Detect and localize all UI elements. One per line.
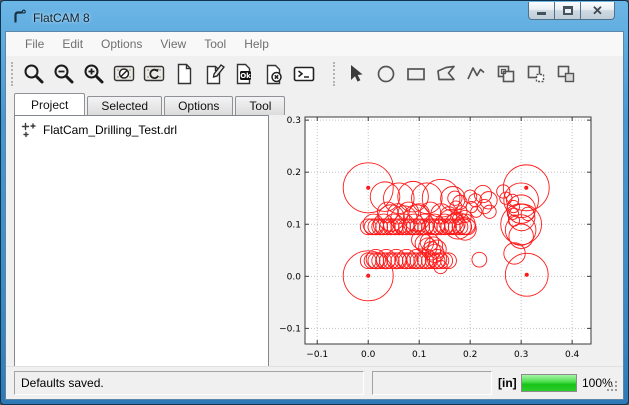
main-toolbar: Ok bbox=[6, 56, 623, 91]
drill-plot-canvas[interactable]: −0.1 0.0 0.1 0.2 0.3 0.4 −0.1 0.0 0.1 0.2 0.3 bbox=[269, 109, 627, 371]
x-tick-label: 0.3 bbox=[514, 350, 528, 360]
zoom-in-button[interactable] bbox=[79, 60, 109, 88]
y-tick-label: 0.1 bbox=[287, 220, 301, 230]
zoom-fit-button[interactable] bbox=[19, 60, 49, 88]
menu-bar: FileEditOptionsViewToolHelp bbox=[6, 32, 623, 56]
draw-polygon-button[interactable] bbox=[431, 60, 461, 88]
plot-area[interactable]: −0.1 0.0 0.1 0.2 0.3 0.4 −0.1 0.0 0.1 0.2 0.3 bbox=[269, 109, 627, 371]
cut-icon bbox=[554, 62, 578, 86]
shell-button[interactable] bbox=[289, 60, 319, 88]
minimize-icon bbox=[537, 12, 546, 15]
drill-center-dot bbox=[366, 274, 370, 278]
replot-icon bbox=[142, 62, 166, 86]
minimize-button[interactable] bbox=[528, 2, 555, 20]
menu-edit[interactable]: Edit bbox=[53, 33, 92, 55]
menu-file[interactable]: File bbox=[16, 33, 53, 55]
window-title: FlatCAM 8 bbox=[33, 11, 90, 25]
union-button[interactable] bbox=[491, 60, 521, 88]
clear-plot-icon bbox=[112, 62, 136, 86]
menu-options[interactable]: Options bbox=[92, 33, 151, 55]
left-panel-tabs: ProjectSelectedOptionsTool bbox=[14, 93, 287, 115]
tree-item[interactable]: FlatCam_Drilling_Test.drl bbox=[17, 120, 266, 140]
client-area: FileEditOptionsViewToolHelp bbox=[5, 31, 624, 400]
x-tick-label: 0.4 bbox=[565, 350, 580, 360]
replot-button[interactable] bbox=[139, 60, 169, 88]
x-tick-label: −0.1 bbox=[306, 350, 328, 360]
zoom-in-icon bbox=[82, 62, 106, 86]
toolbar-grip-2[interactable] bbox=[333, 62, 336, 86]
y-tick-label: −0.1 bbox=[279, 324, 301, 334]
open-project-icon bbox=[202, 62, 226, 86]
draw-circle-button[interactable] bbox=[371, 60, 401, 88]
delete-object-button[interactable] bbox=[259, 60, 289, 88]
progress-bar bbox=[521, 374, 577, 392]
status-secondary-panel bbox=[372, 371, 492, 395]
status-bar: Defaults saved. [in] 100% bbox=[6, 366, 623, 399]
menu-help[interactable]: Help bbox=[235, 33, 278, 55]
drill-object-icon bbox=[21, 122, 37, 138]
zoom-fit-icon bbox=[22, 62, 46, 86]
delete-object-icon bbox=[262, 62, 286, 86]
drill-center-dot bbox=[525, 273, 529, 277]
maximize-icon bbox=[563, 6, 573, 15]
maximize-button[interactable] bbox=[554, 2, 581, 20]
status-message: Defaults saved. bbox=[21, 376, 104, 390]
app-window: FlatCAM 8 ✕ FileEditOptionsViewToolHelp bbox=[0, 0, 629, 405]
x-tick-label: 0.2 bbox=[463, 350, 477, 360]
y-tick-label: 0.2 bbox=[287, 168, 301, 178]
resize-grip-icon[interactable] bbox=[606, 380, 619, 396]
tab-options[interactable]: Options bbox=[164, 96, 233, 115]
drill-center-dot bbox=[366, 186, 370, 190]
draw-polygon-icon bbox=[434, 62, 458, 86]
x-tick-label: 0.0 bbox=[361, 350, 376, 360]
flatcam-logo-icon bbox=[11, 8, 27, 27]
zoom-out-icon bbox=[52, 62, 76, 86]
union-icon bbox=[494, 62, 518, 86]
shell-icon bbox=[292, 62, 316, 86]
x-tick-label: 0.1 bbox=[412, 350, 426, 360]
tree-item-label: FlatCam_Drilling_Test.drl bbox=[43, 123, 177, 137]
select-arrow-button[interactable] bbox=[341, 60, 371, 88]
project-tree[interactable]: FlatCam_Drilling_Test.drl bbox=[14, 115, 269, 367]
units-indicator: [in] bbox=[498, 371, 517, 395]
draw-path-button[interactable] bbox=[461, 60, 491, 88]
save-project-icon: Ok bbox=[232, 62, 256, 86]
subtract-icon bbox=[524, 62, 548, 86]
tab-project[interactable]: Project bbox=[14, 93, 85, 115]
progress-bar-fill bbox=[522, 375, 576, 391]
select-arrow-icon bbox=[344, 62, 368, 86]
zoom-out-button[interactable] bbox=[49, 60, 79, 88]
open-project-button[interactable] bbox=[199, 60, 229, 88]
drill-center-dot bbox=[524, 186, 528, 190]
status-message-panel: Defaults saved. bbox=[14, 371, 364, 395]
tab-selected[interactable]: Selected bbox=[87, 96, 162, 115]
title-bar[interactable]: FlatCAM 8 ✕ bbox=[2, 2, 627, 31]
clear-plot-button[interactable] bbox=[109, 60, 139, 88]
toolbar-grip[interactable] bbox=[11, 62, 14, 86]
new-project-icon bbox=[172, 62, 196, 86]
menu-view[interactable]: View bbox=[151, 33, 195, 55]
close-icon: ✕ bbox=[592, 4, 603, 17]
new-project-button[interactable] bbox=[169, 60, 199, 88]
draw-rectangle-icon bbox=[404, 62, 428, 86]
save-project-button[interactable]: Ok bbox=[229, 60, 259, 88]
menu-tool[interactable]: Tool bbox=[195, 33, 235, 55]
close-button[interactable]: ✕ bbox=[580, 2, 615, 20]
draw-path-icon bbox=[464, 62, 488, 86]
y-tick-label: 0.0 bbox=[287, 272, 302, 282]
draw-circle-icon bbox=[374, 62, 398, 86]
draw-rectangle-button[interactable] bbox=[401, 60, 431, 88]
svg-text:Ok: Ok bbox=[240, 72, 251, 80]
y-tick-label: 0.3 bbox=[287, 116, 301, 126]
subtract-button[interactable] bbox=[521, 60, 551, 88]
cut-button[interactable] bbox=[551, 60, 581, 88]
